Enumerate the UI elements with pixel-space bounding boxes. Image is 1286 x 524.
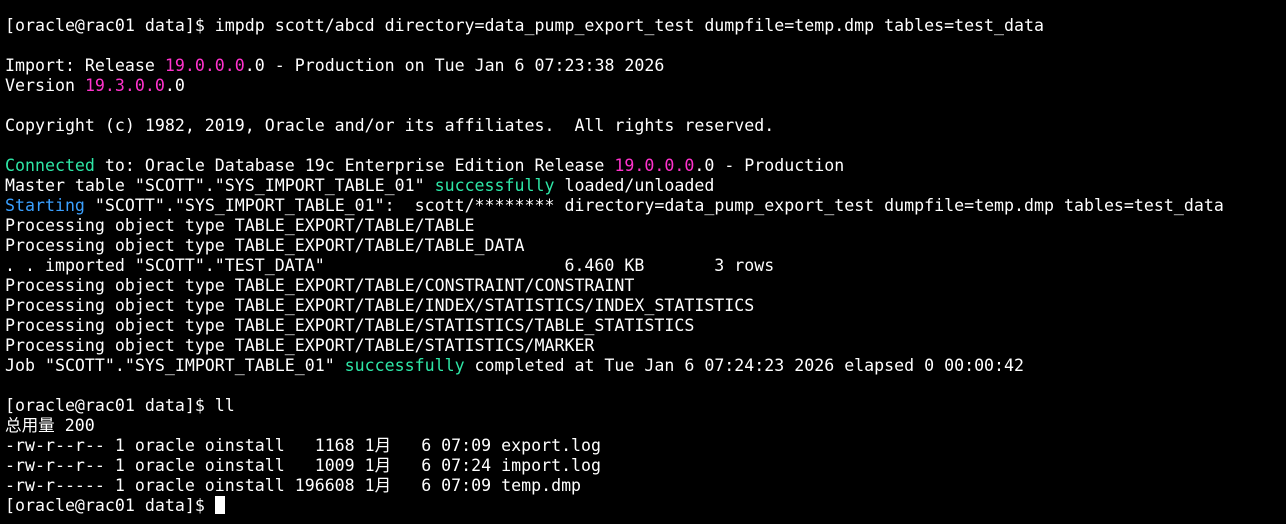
terminal-line: -rw-r----- 1 oracle oinstall 196608 1月 6…: [5, 476, 1286, 496]
terminal-line: Copyright (c) 1982, 2019, Oracle and/or …: [5, 116, 1286, 136]
terminal-text: loaded/unloaded: [554, 176, 715, 195]
terminal-line: Processing object type TABLE_EXPORT/TABL…: [5, 216, 1286, 236]
terminal-window[interactable]: [oracle@rac01 data]$ impdp scott/abcd di…: [0, 0, 1286, 524]
terminal-line: . . imported "SCOTT"."TEST_DATA" 6.460 K…: [5, 256, 1286, 276]
terminal-line: Job "SCOTT"."SYS_IMPORT_TABLE_01" succes…: [5, 356, 1286, 376]
terminal-text: .0: [164, 76, 185, 95]
terminal-line: Master table "SCOTT"."SYS_IMPORT_TABLE_0…: [5, 176, 1286, 196]
terminal-line: [oracle@rac01 data]$ ll: [5, 396, 1286, 416]
terminal-line: [oracle@rac01 data]$ impdp scott/abcd di…: [5, 16, 1286, 36]
terminal-line: 总用量 200: [5, 416, 1286, 436]
terminal-text: 19.3.0.0: [84, 76, 165, 95]
terminal-line: -rw-r--r-- 1 oracle oinstall 1009 1月 6 0…: [5, 456, 1286, 476]
terminal-text: 19.0.0.0: [164, 56, 245, 75]
terminal-text: [oracle@rac01 data]$ ll: [5, 396, 235, 415]
terminal-text: Processing object type TABLE_EXPORT/TABL…: [5, 216, 475, 235]
terminal-text: 总用量 200: [5, 416, 95, 435]
terminal-line: Connected to: Oracle Database 19c Enterp…: [5, 156, 1286, 176]
terminal-text: completed at Tue Jan 6 07:24:23 2026 ela…: [464, 356, 1025, 375]
terminal-text: -rw-r--r-- 1 oracle oinstall 1168 1月 6 0…: [5, 436, 602, 455]
terminal-text: successfully: [434, 176, 555, 195]
terminal-text: Processing object type TABLE_EXPORT/TABL…: [5, 316, 695, 335]
terminal-text: -rw-r--r-- 1 oracle oinstall 1009 1月 6 0…: [5, 456, 602, 475]
terminal-text: Connected: [5, 156, 95, 175]
terminal-text: Master table "SCOTT"."SYS_IMPORT_TABLE_0…: [5, 176, 435, 195]
terminal-text: Processing object type TABLE_EXPORT/TABL…: [5, 336, 595, 355]
terminal-text: to: Oracle Database 19c Enterprise Editi…: [94, 156, 615, 175]
terminal-text: Copyright (c) 1982, 2019, Oracle and/or …: [5, 116, 775, 135]
terminal-text: 19.0.0.0: [614, 156, 695, 175]
terminal-line: Processing object type TABLE_EXPORT/TABL…: [5, 316, 1286, 336]
terminal-line: Starting "SCOTT"."SYS_IMPORT_TABLE_01": …: [5, 196, 1286, 216]
text-cursor: [214, 496, 225, 514]
terminal-text: Processing object type TABLE_EXPORT/TABL…: [5, 276, 635, 295]
terminal-text: Import: Release: [5, 56, 165, 75]
terminal-text: Job "SCOTT"."SYS_IMPORT_TABLE_01": [5, 356, 345, 375]
prompt-line: [oracle@rac01 data]$: [5, 496, 1286, 516]
terminal-line: Import: Release 19.0.0.0.0 - Production …: [5, 56, 1286, 76]
terminal-text: Starting: [5, 196, 85, 215]
terminal-text: . . imported "SCOTT"."TEST_DATA" 6.460 K…: [5, 256, 775, 275]
terminal-text: [oracle@rac01 data]$ impdp scott/abcd di…: [5, 16, 1044, 35]
terminal-text: -rw-r----- 1 oracle oinstall 196608 1月 6…: [5, 476, 582, 495]
terminal-text: [oracle@rac01 data]$: [5, 496, 215, 515]
terminal-text: "SCOTT"."SYS_IMPORT_TABLE_01": scott/***…: [84, 196, 1224, 215]
terminal-line: Processing object type TABLE_EXPORT/TABL…: [5, 336, 1286, 356]
terminal-line: Processing object type TABLE_EXPORT/TABL…: [5, 276, 1286, 296]
terminal-text: Version: [5, 76, 85, 95]
terminal-line: Version 19.3.0.0.0: [5, 76, 1286, 96]
terminal-text: successfully: [344, 356, 465, 375]
terminal-text: .0 - Production: [694, 156, 845, 175]
terminal-line: -rw-r--r-- 1 oracle oinstall 1168 1月 6 0…: [5, 436, 1286, 456]
terminal-text: Processing object type TABLE_EXPORT/TABL…: [5, 236, 525, 255]
terminal-text: Processing object type TABLE_EXPORT/TABL…: [5, 296, 755, 315]
terminal-line: Processing object type TABLE_EXPORT/TABL…: [5, 296, 1286, 316]
terminal-text: .0 - Production on Tue Jan 6 07:23:38 20…: [244, 56, 665, 75]
terminal-line: Processing object type TABLE_EXPORT/TABL…: [5, 236, 1286, 256]
